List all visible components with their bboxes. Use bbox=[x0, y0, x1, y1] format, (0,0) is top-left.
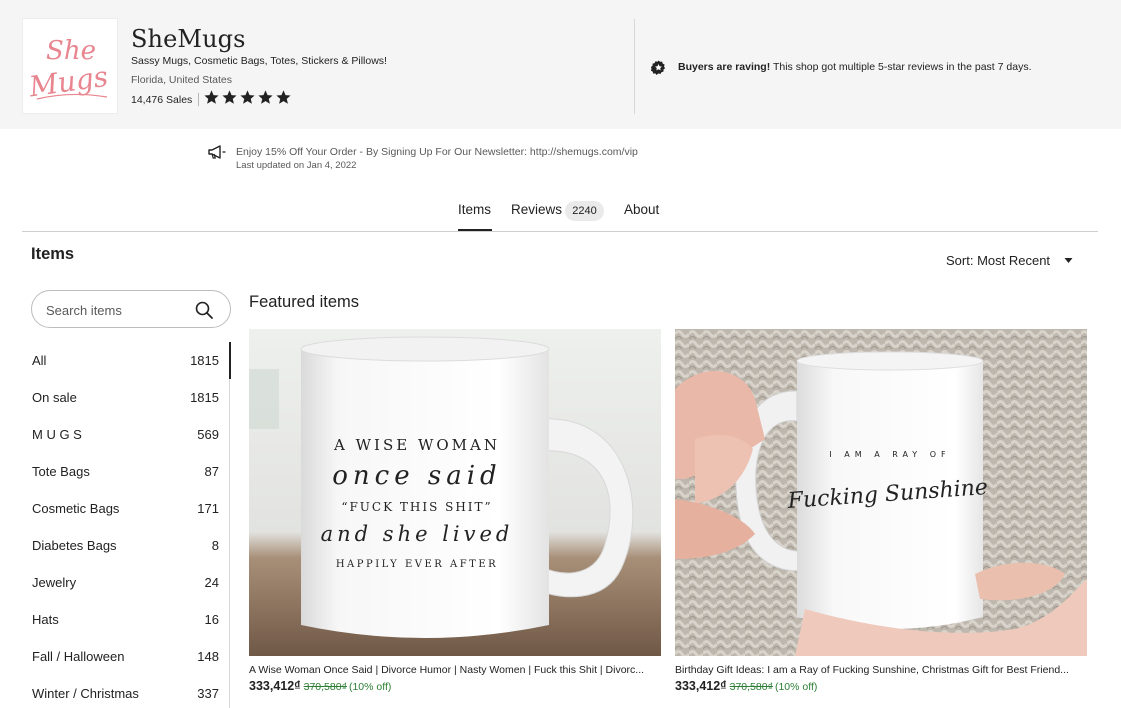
shop-sales-count: 14,476 Sales bbox=[131, 94, 193, 106]
section-count: 8 bbox=[211, 538, 219, 553]
listing-title[interactable]: Birthday Gift Ideas: I am a Ray of Fucki… bbox=[675, 664, 1087, 676]
section-label: Hats bbox=[32, 612, 59, 627]
logo-text-mugs: Mugs bbox=[26, 60, 110, 104]
sunshine-mug-image: I AM A RAY OF Fucking Sunshine bbox=[675, 329, 1087, 656]
section-label: On sale bbox=[32, 390, 77, 405]
caret-down-icon[interactable] bbox=[1064, 257, 1073, 264]
search-items-box[interactable] bbox=[31, 290, 231, 328]
listing-price: 333,412₫ 370,580₫ (10% off) bbox=[249, 679, 661, 693]
sidebar-divider bbox=[229, 379, 230, 708]
section-count: 337 bbox=[197, 686, 219, 701]
shop-tagline: Sassy Mugs, Cosmetic Bags, Totes, Sticke… bbox=[131, 55, 387, 67]
mug-print-line: A WISE WOMAN bbox=[333, 436, 500, 454]
listing-price: 333,412₫ 370,580₫ (10% off) bbox=[675, 679, 1087, 693]
mug-print-line: “FUCK THIS SHIT” bbox=[341, 500, 492, 514]
sidebar-item-winter-christmas[interactable]: Winter / Christmas 337 bbox=[22, 674, 231, 708]
shop-rating-stars[interactable] bbox=[203, 89, 292, 106]
mug-print-line: I AM A RAY OF bbox=[829, 450, 950, 459]
star-badge-icon bbox=[651, 60, 666, 75]
sidebar-item-fall-halloween[interactable]: Fall / Halloween 148 bbox=[22, 637, 231, 674]
discount-label: (10% off) bbox=[348, 681, 392, 693]
section-count: 1815 bbox=[190, 353, 219, 368]
reviews-count-badge[interactable]: 2240 bbox=[565, 201, 604, 221]
megaphone-icon bbox=[208, 145, 226, 159]
sidebar-item-tote-bags[interactable]: Tote Bags 87 bbox=[22, 452, 231, 489]
star-icon bbox=[276, 90, 291, 104]
buyers-raving-text: Buyers are raving! This shop got multipl… bbox=[678, 61, 1031, 73]
star-icon bbox=[204, 90, 219, 104]
buyers-raving-bold: Buyers are raving! bbox=[678, 61, 771, 73]
listing-image[interactable]: A WISE WOMAN once said “FUCK THIS SHIT” … bbox=[249, 329, 661, 656]
mug-print-line: HAPPILY EVER AFTER bbox=[336, 559, 498, 570]
shop-header: She Mugs SheMugs Sassy Mugs, Cosmetic Ba… bbox=[0, 0, 1121, 129]
section-count: 16 bbox=[204, 612, 219, 627]
section-label: Jewelry bbox=[32, 575, 77, 590]
section-label: Fall / Halloween bbox=[32, 649, 125, 664]
shop-sections-list: All 1815 On sale 1815 M U G S 569 Tote B… bbox=[22, 341, 231, 708]
announcement-updated-date: Last updated on Jan 4, 2022 bbox=[236, 160, 357, 171]
shop-location: Florida, United States bbox=[131, 74, 232, 86]
mug-print-line: once said bbox=[332, 461, 501, 491]
star-icon bbox=[258, 90, 273, 104]
tab-about[interactable]: About bbox=[624, 202, 659, 217]
tabs-divider bbox=[22, 231, 1098, 232]
sale-price: 333,412₫ bbox=[675, 679, 727, 693]
listing-card[interactable]: A WISE WOMAN once said “FUCK THIS SHIT” … bbox=[249, 329, 661, 693]
section-label: Diabetes Bags bbox=[32, 538, 117, 553]
sales-divider bbox=[198, 93, 199, 106]
sidebar-item-cosmetic-bags[interactable]: Cosmetic Bags 171 bbox=[22, 489, 231, 526]
shop-logo[interactable]: She Mugs bbox=[22, 18, 118, 114]
sidebar-item-hats[interactable]: Hats 16 bbox=[22, 600, 231, 637]
sidebar-item-diabetes-bags[interactable]: Diabetes Bags 8 bbox=[22, 526, 231, 563]
announcement-text: Enjoy 15% Off Your Order - By Signing Up… bbox=[236, 146, 638, 158]
mug-print-line: and she lived bbox=[321, 522, 514, 546]
tab-items[interactable]: Items bbox=[458, 202, 491, 217]
search-items-input[interactable] bbox=[46, 301, 186, 319]
section-label: M U G S bbox=[32, 427, 82, 442]
section-label: Winter / Christmas bbox=[32, 686, 139, 701]
sort-dropdown[interactable]: Sort: Most Recent bbox=[946, 253, 1050, 268]
shop-logo-image: She Mugs bbox=[26, 36, 110, 104]
section-label: All bbox=[32, 353, 47, 368]
featured-items-heading: Featured items bbox=[249, 293, 360, 311]
section-label: Tote Bags bbox=[32, 464, 90, 479]
listing-image[interactable]: I AM A RAY OF Fucking Sunshine bbox=[675, 329, 1087, 656]
listing-title[interactable]: A Wise Woman Once Said | Divorce Humor |… bbox=[249, 664, 661, 676]
section-count: 569 bbox=[197, 427, 219, 442]
sidebar-item-on-sale[interactable]: On sale 1815 bbox=[22, 378, 231, 415]
listing-card[interactable]: I AM A RAY OF Fucking Sunshine Birthday … bbox=[675, 329, 1087, 693]
section-count: 171 bbox=[197, 501, 219, 516]
original-price: 370,580₫ bbox=[729, 681, 773, 693]
star-icon bbox=[240, 90, 255, 104]
header-divider bbox=[634, 19, 635, 114]
section-count: 24 bbox=[204, 575, 219, 590]
sale-price: 333,412₫ bbox=[249, 679, 301, 693]
sidebar-item-jewelry[interactable]: Jewelry 24 bbox=[22, 563, 231, 600]
discount-label: (10% off) bbox=[774, 681, 818, 693]
section-count: 148 bbox=[197, 649, 219, 664]
buyers-raving-detail: This shop got multiple 5-star reviews in… bbox=[770, 61, 1032, 73]
tab-reviews[interactable]: Reviews bbox=[511, 202, 562, 217]
section-label: Cosmetic Bags bbox=[32, 501, 120, 516]
shop-name: SheMugs bbox=[131, 25, 246, 53]
star-icon bbox=[222, 90, 237, 104]
section-count: 1815 bbox=[190, 390, 219, 405]
section-count: 87 bbox=[204, 464, 219, 479]
shop-tabs: Items Reviews 2240 About bbox=[0, 198, 1121, 232]
items-section-heading: Items bbox=[31, 245, 75, 263]
sidebar-item-mugs[interactable]: M U G S 569 bbox=[22, 415, 231, 452]
wise-woman-mug-image: A WISE WOMAN once said “FUCK THIS SHIT” … bbox=[249, 329, 661, 656]
sidebar-item-all[interactable]: All 1815 bbox=[22, 341, 231, 379]
original-price: 370,580₫ bbox=[303, 681, 347, 693]
search-icon[interactable] bbox=[194, 300, 214, 320]
